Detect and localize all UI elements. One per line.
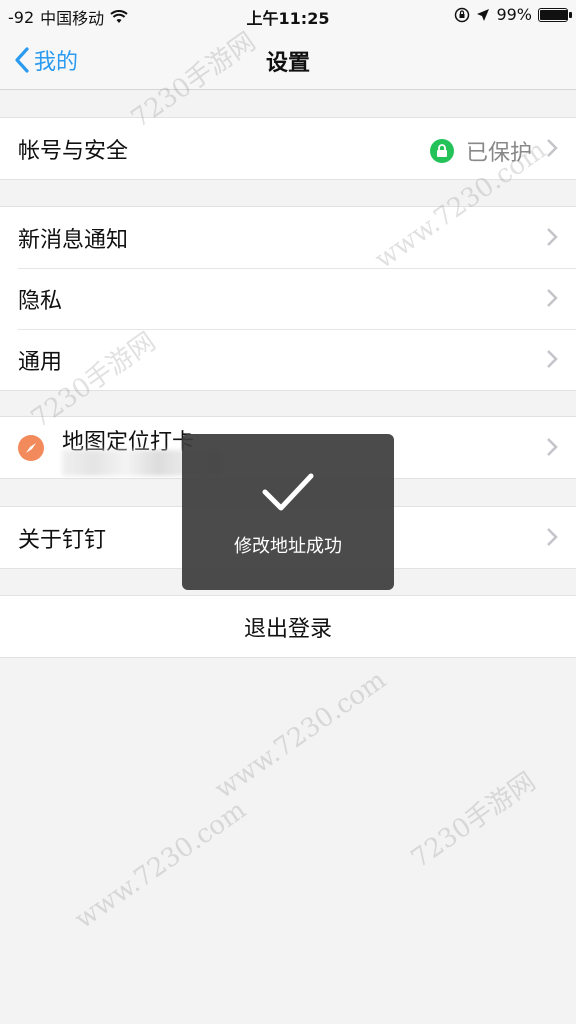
about-label: 关于钉钉 (18, 527, 107, 553)
notification-label: 新消息通知 (18, 227, 129, 253)
chevron-right-icon (547, 289, 558, 307)
success-toast: 修改地址成功 (182, 434, 394, 590)
general-label: 通用 (18, 349, 63, 375)
account-security-label: 帐号与安全 (18, 138, 129, 164)
watermark: 7230手游网 (405, 766, 542, 875)
account-security-row[interactable]: 帐号与安全 已保护 (0, 118, 576, 179)
logout-label: 退出登录 (243, 616, 332, 642)
status-right: 99% (454, 5, 572, 24)
account-group: 帐号与安全 已保护 (0, 117, 576, 180)
lock-rotation-icon (455, 7, 470, 22)
chevron-right-icon (547, 528, 558, 546)
privacy-label: 隐私 (18, 288, 63, 314)
compass-icon (18, 434, 44, 461)
location-arrow-icon (477, 8, 490, 21)
checkmark-icon (262, 473, 314, 511)
battery-fill (540, 9, 568, 20)
battery-percent: 99% (496, 5, 532, 24)
protection-status: 已保护 (429, 135, 532, 167)
logout-group: 退出登录 (0, 595, 576, 658)
toast-message: 修改地址成功 (234, 536, 342, 557)
privacy-row[interactable]: 隐私 (0, 268, 576, 329)
chevron-right-icon (547, 228, 558, 246)
chevron-right-icon (547, 139, 558, 157)
lock-icon (429, 139, 454, 163)
general-group: 新消息通知 隐私 通用 (0, 206, 576, 391)
watermark: www.7230.com (209, 664, 392, 806)
protection-status-label: 已保护 (465, 141, 532, 166)
chevron-right-icon (547, 438, 558, 456)
chevron-right-icon (547, 350, 558, 368)
battery-icon (538, 7, 572, 22)
nav-bar: 我的 设置 (0, 30, 576, 90)
page-title: 设置 (265, 51, 310, 76)
watermark: www.7230.com (69, 794, 252, 936)
notification-row[interactable]: 新消息通知 (0, 207, 576, 268)
status-bar: -92 中国移动 上午11:25 99% (0, 0, 576, 30)
general-row[interactable]: 通用 (0, 329, 576, 390)
logout-button[interactable]: 退出登录 (0, 596, 576, 657)
